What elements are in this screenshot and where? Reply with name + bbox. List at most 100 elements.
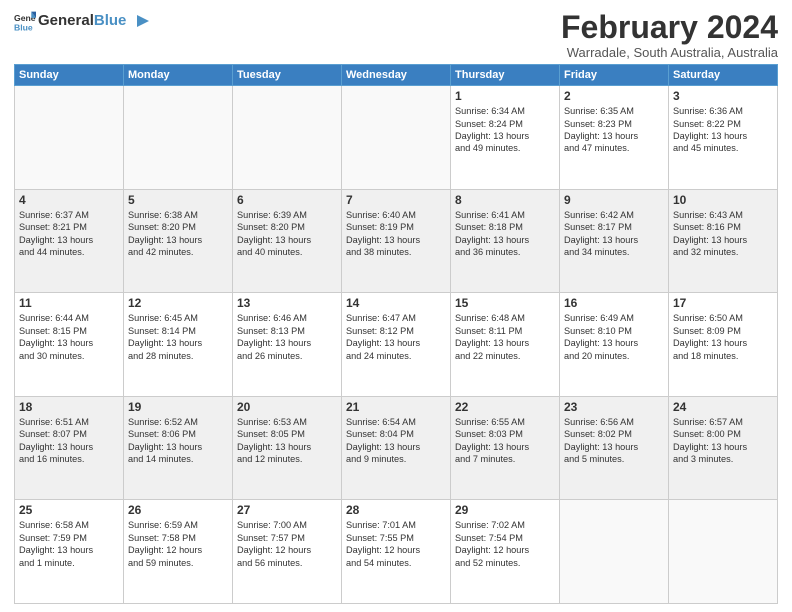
calendar-cell: 22 Sunrise: 6:55 AMSunset: 8:03 PMDayligh…	[451, 396, 560, 500]
calendar-week-row: 1 Sunrise: 6:34 AMSunset: 8:24 PMDaylight…	[15, 86, 778, 190]
day-detail: Sunrise: 6:53 AMSunset: 8:05 PMDaylight:…	[237, 416, 337, 466]
day-number: 3	[673, 89, 773, 103]
day-detail: Sunrise: 6:37 AMSunset: 8:21 PMDaylight:…	[19, 209, 119, 259]
day-detail: Sunrise: 6:50 AMSunset: 8:09 PMDaylight:…	[673, 312, 773, 362]
calendar-cell: 27Sunrise: 7:00 AMSunset: 7:57 PMDayligh…	[233, 500, 342, 604]
location-subtitle: Warradale, South Australia, Australia	[561, 45, 778, 60]
day-detail: Sunrise: 6:58 AMSunset: 7:59 PMDaylight:…	[19, 519, 119, 569]
day-detail: Sunrise: 6:51 AMSunset: 8:07 PMDaylight:…	[19, 416, 119, 466]
header-monday: Monday	[124, 65, 233, 86]
day-number: 4	[19, 193, 119, 207]
day-number: 8	[455, 193, 555, 207]
calendar-cell: 23Sunrise: 6:56 AMSunset: 8:02 PMDayligh…	[560, 396, 669, 500]
calendar-cell: 2 Sunrise: 6:35 AMSunset: 8:23 PMDaylight…	[560, 86, 669, 190]
header-tuesday: Tuesday	[233, 65, 342, 86]
day-number: 11	[19, 296, 119, 310]
day-number: 10	[673, 193, 773, 207]
day-detail: Sunrise: 6:38 AMSunset: 8:20 PMDaylight:…	[128, 209, 228, 259]
day-number: 6	[237, 193, 337, 207]
day-number: 26	[128, 503, 228, 517]
calendar-cell: 9 Sunrise: 6:42 AMSunset: 8:17 PMDaylight…	[560, 189, 669, 293]
day-detail: Sunrise: 6:46 AMSunset: 8:13 PMDaylight:…	[237, 312, 337, 362]
logo-icon: General Blue	[14, 10, 36, 32]
day-detail: Sunrise: 6:44 AMSunset: 8:15 PMDaylight:…	[19, 312, 119, 362]
header-wednesday: Wednesday	[342, 65, 451, 86]
calendar-cell: 6 Sunrise: 6:39 AMSunset: 8:20 PMDaylight…	[233, 189, 342, 293]
calendar-cell: 21 Sunrise: 6:54 AMSunset: 8:04 PMDayligh…	[342, 396, 451, 500]
day-number: 18	[19, 400, 119, 414]
day-detail: Sunrise: 6:47 AMSunset: 8:12 PMDaylight:…	[346, 312, 446, 362]
day-detail: Sunrise: 6:42 AMSunset: 8:17 PMDaylight:…	[564, 209, 664, 259]
calendar-cell	[124, 86, 233, 190]
calendar-table: Sunday Monday Tuesday Wednesday Thursday…	[14, 64, 778, 604]
calendar-cell: 20 Sunrise: 6:53 AMSunset: 8:05 PMDayligh…	[233, 396, 342, 500]
day-detail: Sunrise: 6:48 AMSunset: 8:11 PMDaylight:…	[455, 312, 555, 362]
calendar-cell: 15 Sunrise: 6:48 AMSunset: 8:11 PMDayligh…	[451, 293, 560, 397]
day-number: 14	[346, 296, 446, 310]
calendar-cell: 24Sunrise: 6:57 AMSunset: 8:00 PMDayligh…	[669, 396, 778, 500]
day-detail: Sunrise: 6:45 AMSunset: 8:14 PMDaylight:…	[128, 312, 228, 362]
day-number: 24	[673, 400, 773, 414]
header-friday: Friday	[560, 65, 669, 86]
calendar-cell	[342, 86, 451, 190]
calendar-cell: 26 Sunrise: 6:59 AMSunset: 7:58 PMDayligh…	[124, 500, 233, 604]
calendar-cell: 10 Sunrise: 6:43 AMSunset: 8:16 PMDayligh…	[669, 189, 778, 293]
calendar-cell	[560, 500, 669, 604]
header-thursday: Thursday	[451, 65, 560, 86]
day-number: 28	[346, 503, 446, 517]
day-detail: Sunrise: 6:49 AMSunset: 8:10 PMDaylight:…	[564, 312, 664, 362]
calendar-cell	[15, 86, 124, 190]
calendar-cell: 19Sunrise: 6:52 AMSunset: 8:06 PMDayligh…	[124, 396, 233, 500]
day-number: 1	[455, 89, 555, 103]
day-number: 29	[455, 503, 555, 517]
day-number: 9	[564, 193, 664, 207]
calendar-cell: 28 Sunrise: 7:01 AMSunset: 7:55 PMDayligh…	[342, 500, 451, 604]
calendar-cell: 16Sunrise: 6:49 AMSunset: 8:10 PMDayligh…	[560, 293, 669, 397]
day-number: 15	[455, 296, 555, 310]
header-saturday: Saturday	[669, 65, 778, 86]
header-sunday: Sunday	[15, 65, 124, 86]
calendar-cell: 14 Sunrise: 6:47 AMSunset: 8:12 PMDayligh…	[342, 293, 451, 397]
calendar-cell: 17Sunrise: 6:50 AMSunset: 8:09 PMDayligh…	[669, 293, 778, 397]
day-number: 7	[346, 193, 446, 207]
calendar-cell: 8 Sunrise: 6:41 AMSunset: 8:18 PMDaylight…	[451, 189, 560, 293]
day-detail: Sunrise: 6:55 AMSunset: 8:03 PMDaylight:…	[455, 416, 555, 466]
weekday-header-row: Sunday Monday Tuesday Wednesday Thursday…	[15, 65, 778, 86]
day-detail: Sunrise: 6:52 AMSunset: 8:06 PMDaylight:…	[128, 416, 228, 466]
day-number: 22	[455, 400, 555, 414]
day-number: 21	[346, 400, 446, 414]
calendar-cell: 4 Sunrise: 6:37 AMSunset: 8:21 PMDaylight…	[15, 189, 124, 293]
logo-arrow-icon	[133, 13, 149, 29]
day-number: 20	[237, 400, 337, 414]
calendar-week-row: 18 Sunrise: 6:51 AMSunset: 8:07 PMDayligh…	[15, 396, 778, 500]
day-detail: Sunrise: 6:39 AMSunset: 8:20 PMDaylight:…	[237, 209, 337, 259]
calendar-cell: 18 Sunrise: 6:51 AMSunset: 8:07 PMDayligh…	[15, 396, 124, 500]
calendar-cell: 13 Sunrise: 6:46 AMSunset: 8:13 PMDayligh…	[233, 293, 342, 397]
calendar-cell: 12Sunrise: 6:45 AMSunset: 8:14 PMDayligh…	[124, 293, 233, 397]
svg-text:Blue: Blue	[14, 22, 33, 32]
calendar-cell: 3 Sunrise: 6:36 AMSunset: 8:22 PMDaylight…	[669, 86, 778, 190]
day-detail: Sunrise: 6:34 AMSunset: 8:24 PMDaylight:…	[455, 105, 555, 155]
day-detail: Sunrise: 7:02 AMSunset: 7:54 PMDaylight:…	[455, 519, 555, 569]
day-detail: Sunrise: 6:35 AMSunset: 8:23 PMDaylight:…	[564, 105, 664, 155]
day-number: 2	[564, 89, 664, 103]
month-year-title: February 2024	[561, 10, 778, 45]
day-detail: Sunrise: 6:36 AMSunset: 8:22 PMDaylight:…	[673, 105, 773, 155]
calendar-week-row: 4 Sunrise: 6:37 AMSunset: 8:21 PMDaylight…	[15, 189, 778, 293]
calendar-cell: 25Sunrise: 6:58 AMSunset: 7:59 PMDayligh…	[15, 500, 124, 604]
day-number: 27	[237, 503, 337, 517]
day-detail: Sunrise: 6:40 AMSunset: 8:19 PMDaylight:…	[346, 209, 446, 259]
calendar-cell: 5Sunrise: 6:38 AMSunset: 8:20 PMDaylight…	[124, 189, 233, 293]
calendar-week-row: 25Sunrise: 6:58 AMSunset: 7:59 PMDayligh…	[15, 500, 778, 604]
day-detail: Sunrise: 6:54 AMSunset: 8:04 PMDaylight:…	[346, 416, 446, 466]
day-detail: Sunrise: 7:01 AMSunset: 7:55 PMDaylight:…	[346, 519, 446, 569]
day-number: 13	[237, 296, 337, 310]
calendar-week-row: 11 Sunrise: 6:44 AMSunset: 8:15 PMDayligh…	[15, 293, 778, 397]
day-detail: Sunrise: 6:41 AMSunset: 8:18 PMDaylight:…	[455, 209, 555, 259]
calendar-cell: 7 Sunrise: 6:40 AMSunset: 8:19 PMDaylight…	[342, 189, 451, 293]
logo: General Blue GeneralBlue	[14, 10, 149, 32]
day-detail: Sunrise: 6:43 AMSunset: 8:16 PMDaylight:…	[673, 209, 773, 259]
day-detail: Sunrise: 6:59 AMSunset: 7:58 PMDaylight:…	[128, 519, 228, 569]
day-detail: Sunrise: 6:56 AMSunset: 8:02 PMDaylight:…	[564, 416, 664, 466]
calendar-cell	[233, 86, 342, 190]
